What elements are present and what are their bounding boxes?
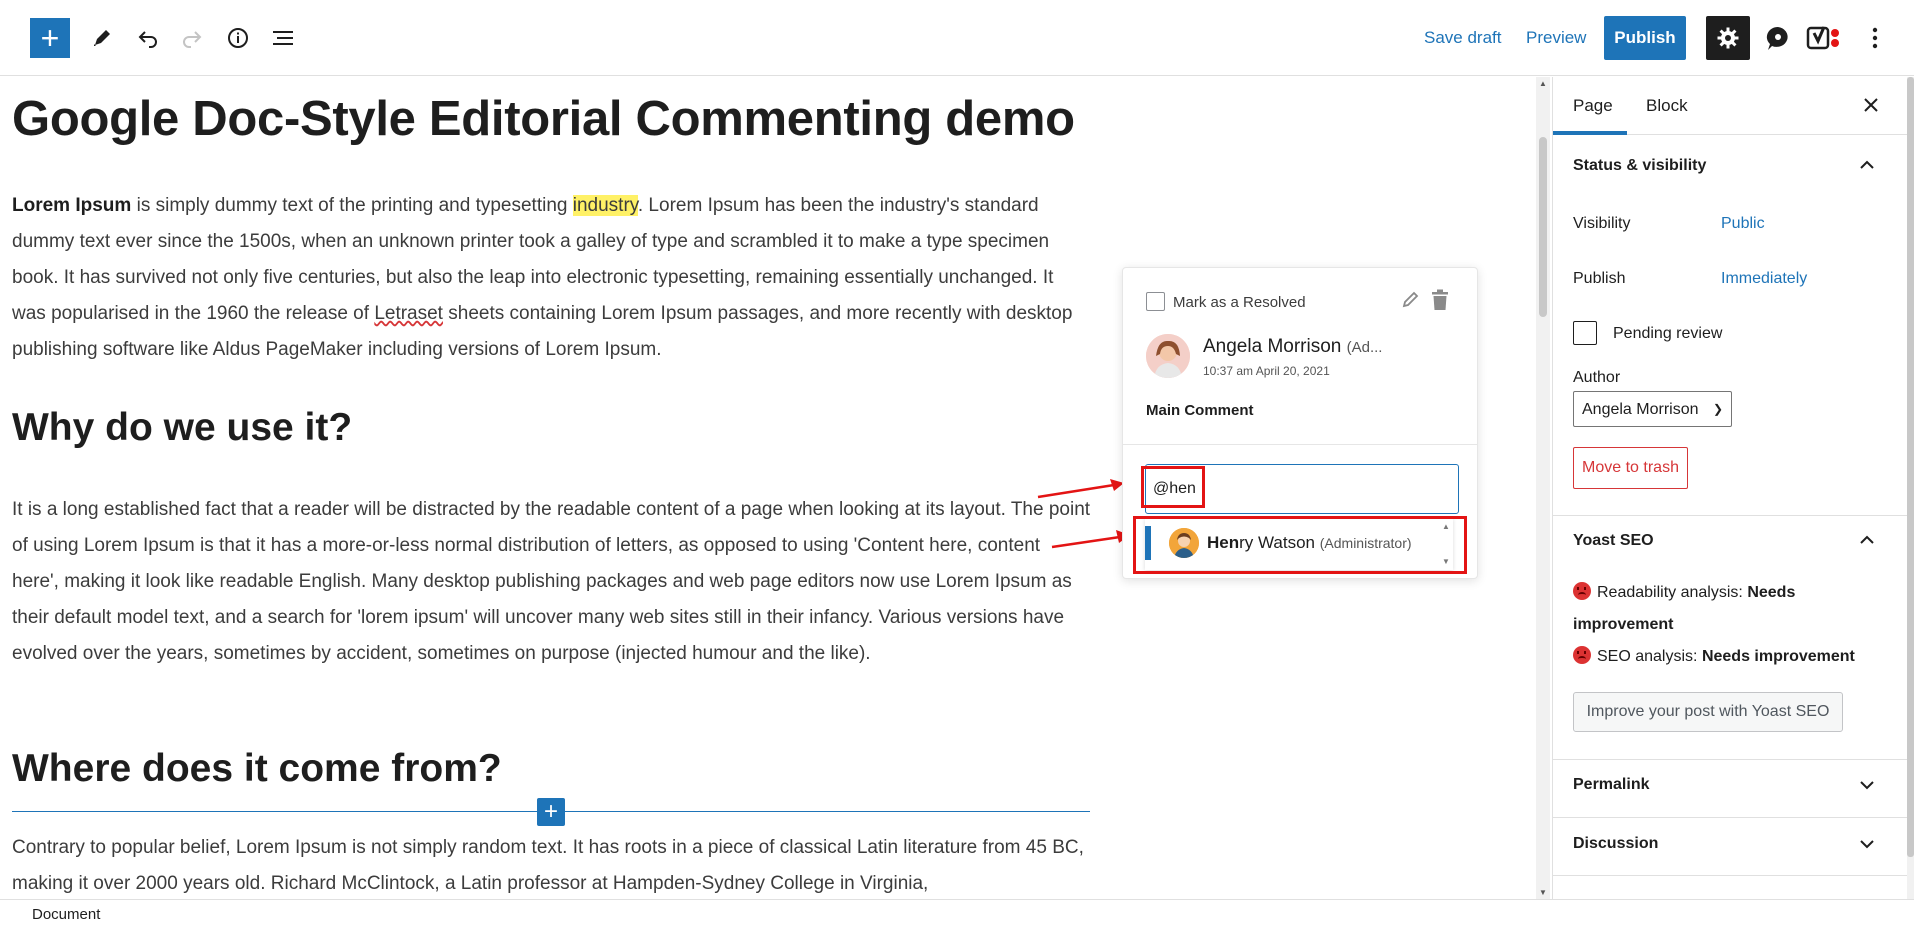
yoast-logo-icon: [1806, 26, 1839, 50]
comment-timestamp: 10:37 am April 20, 2021: [1203, 364, 1330, 378]
options-button[interactable]: [1860, 18, 1890, 58]
list-view-button[interactable]: [264, 18, 304, 58]
sad-face-icon: [1573, 582, 1591, 600]
more-vertical-icon: [1872, 27, 1878, 49]
divider: [1553, 875, 1907, 876]
move-to-trash-button[interactable]: Move to trash: [1573, 447, 1688, 489]
pencil-icon[interactable]: [1399, 288, 1423, 312]
author-select[interactable]: Angela Morrison ❯: [1573, 391, 1732, 427]
paragraph-block[interactable]: Contrary to popular belief, Lorem Ipsum …: [12, 830, 1092, 899]
resolve-checkbox[interactable]: [1146, 292, 1165, 311]
improve-with-yoast-button[interactable]: Improve your post with Yoast SEO: [1573, 692, 1843, 732]
permalink-toggle[interactable]: Permalink: [1573, 776, 1649, 794]
info-icon: [228, 28, 248, 48]
plus-icon: +: [40, 20, 60, 56]
commented-text-highlight[interactable]: industry: [572, 195, 638, 216]
visibility-toggle[interactable]: Public: [1721, 215, 1765, 233]
annotation-arrow: [1037, 479, 1124, 499]
publish-label: Publish: [1573, 270, 1626, 287]
scroll-up-arrow[interactable]: ▲: [1538, 79, 1548, 88]
avatar: [1146, 334, 1190, 378]
inline-add-block-button[interactable]: +: [537, 798, 565, 826]
author-role: (Ad...: [1346, 339, 1383, 356]
plus-icon: +: [543, 798, 558, 825]
sad-face-icon: [1573, 646, 1591, 664]
annotation-arrow: [1051, 530, 1130, 549]
annotation-highlight-box: [1141, 466, 1205, 508]
editor-canvas[interactable]: Google Doc-Style Editorial Commenting de…: [0, 77, 1536, 899]
comment-text: Main Comment: [1146, 402, 1254, 419]
divider: [1553, 759, 1907, 760]
preview-button[interactable]: Preview: [1526, 28, 1586, 48]
status-visibility-toggle[interactable]: Status & visibility: [1573, 157, 1706, 175]
comment-bubble-icon: [1766, 26, 1788, 50]
tools-button[interactable]: [82, 18, 122, 58]
scrollbar-thumb[interactable]: [1539, 137, 1547, 317]
yoast-seo-toggle[interactable]: Yoast SEO: [1573, 532, 1654, 550]
readability-label: Readability analysis:: [1597, 584, 1743, 601]
editor-toolbar: + Save draft Preview Publish: [0, 0, 1914, 76]
seo-value: Needs improvement: [1701, 648, 1855, 665]
block-breadcrumb-bar: Document: [0, 899, 1914, 928]
readability-analysis: Readability analysis: Needs improvement: [1573, 577, 1883, 641]
close-icon[interactable]: [1859, 93, 1883, 117]
post-title[interactable]: Google Doc-Style Editorial Commenting de…: [12, 91, 1075, 147]
chevron-up-icon[interactable]: [1857, 155, 1877, 175]
comment-box: Mark as a Resolved Angela Morrison (Ad..…: [1122, 267, 1478, 579]
redo-button[interactable]: [172, 18, 212, 58]
author-select-value: Angela Morrison: [1582, 401, 1699, 418]
list-view-icon: [273, 31, 293, 45]
publish-date-toggle[interactable]: Immediately: [1721, 270, 1807, 288]
heading-block[interactable]: Why do we use it?: [12, 406, 352, 450]
undo-icon: [138, 31, 157, 48]
chevron-down-icon: ❯: [1712, 402, 1723, 416]
tab-block[interactable]: Block: [1646, 96, 1688, 116]
publish-button[interactable]: Publish: [1604, 16, 1686, 60]
gear-icon: [1717, 27, 1739, 49]
active-tab-indicator: [1553, 131, 1627, 135]
pencil-icon: [94, 30, 110, 46]
chevron-down-icon[interactable]: [1857, 834, 1877, 854]
divider: [1553, 817, 1907, 818]
undo-button[interactable]: [128, 18, 168, 58]
divider: [1123, 444, 1477, 445]
chevron-up-icon[interactable]: [1857, 530, 1877, 550]
tab-page[interactable]: Page: [1573, 96, 1613, 116]
details-button[interactable]: [218, 18, 258, 58]
visibility-label: Visibility: [1573, 215, 1631, 232]
seo-analysis: SEO analysis: Needs improvement: [1573, 641, 1883, 673]
sidebar-tabs: Page Block: [1553, 77, 1907, 135]
comment-author: Angela Morrison (Ad...: [1203, 336, 1382, 358]
settings-button[interactable]: [1706, 16, 1750, 60]
misspelled-word: Letraset: [374, 303, 443, 324]
resolve-label[interactable]: Mark as a Resolved: [1173, 294, 1306, 311]
scrollbar-thumb[interactable]: [1907, 77, 1914, 857]
paragraph-block[interactable]: Lorem Ipsum is simply dummy text of the …: [12, 188, 1092, 368]
chevron-down-icon[interactable]: [1857, 775, 1877, 795]
divider: [1553, 515, 1907, 516]
breadcrumb-document[interactable]: Document: [32, 906, 100, 923]
author-name: Angela Morrison: [1203, 336, 1342, 357]
settings-sidebar: Page Block Status & visibility Visibilit…: [1552, 77, 1907, 899]
scroll-down-arrow[interactable]: ▼: [1538, 888, 1548, 897]
add-block-button[interactable]: +: [30, 18, 70, 58]
sidebar-scrollbar[interactable]: [1907, 77, 1914, 899]
annotation-highlight-box: [1133, 516, 1467, 574]
redo-icon: [183, 31, 202, 48]
yoast-button[interactable]: [1804, 18, 1844, 58]
author-label: Author: [1573, 369, 1621, 386]
editor-scrollbar[interactable]: ▲ ▼: [1536, 77, 1550, 899]
discussion-toggle[interactable]: Discussion: [1573, 835, 1658, 853]
paragraph-text: is simply dummy text of the printing and…: [131, 195, 573, 216]
heading-block[interactable]: Where does it come from?: [12, 747, 502, 791]
comments-button[interactable]: [1758, 18, 1798, 58]
seo-label: SEO analysis:: [1597, 648, 1698, 665]
save-draft-button[interactable]: Save draft: [1424, 28, 1502, 48]
pending-review-checkbox[interactable]: [1573, 321, 1597, 345]
trash-icon[interactable]: [1429, 288, 1451, 312]
bold-text: Lorem Ipsum: [12, 195, 132, 216]
paragraph-block[interactable]: It is a long established fact that a rea…: [12, 492, 1092, 672]
pending-review-label[interactable]: Pending review: [1613, 325, 1722, 343]
